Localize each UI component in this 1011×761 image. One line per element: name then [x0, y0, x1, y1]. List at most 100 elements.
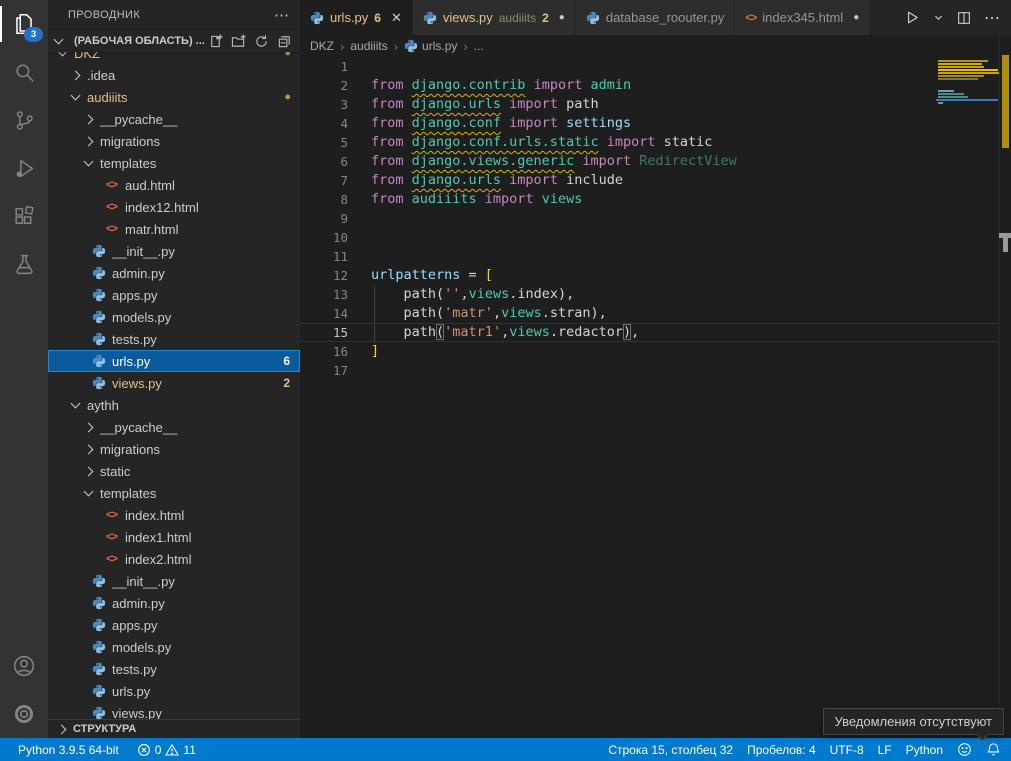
- tree-item-admin-py[interactable]: admin.py: [48, 262, 300, 284]
- status-item[interactable]: Пробелов: 4: [747, 743, 816, 757]
- activity-search-button[interactable]: [0, 48, 48, 96]
- tree-item--idea[interactable]: .idea: [48, 64, 300, 86]
- tree-item-label: apps.py: [112, 618, 300, 633]
- tree-item-label: index2.html: [125, 552, 300, 567]
- line-number: 10: [300, 228, 348, 247]
- tree-item-views-py[interactable]: views.py: [48, 702, 300, 720]
- tree-item-views-py[interactable]: views.py2: [48, 372, 300, 394]
- status-item-python[interactable]: Python 3.9.5 64-bit: [18, 743, 119, 757]
- activity-account-button[interactable]: [0, 642, 48, 690]
- tree-item-label: index12.html: [125, 200, 300, 215]
- activity-extensions-button[interactable]: [0, 192, 48, 240]
- code-line-2: 2from django.contrib import admin: [300, 76, 1000, 95]
- tree-item-tests-py[interactable]: tests.py: [48, 328, 300, 350]
- activity-explorer-button[interactable]: 3: [0, 0, 48, 48]
- tree-item-models-py[interactable]: models.py: [48, 636, 300, 658]
- close-icon[interactable]: ✕: [391, 10, 402, 26]
- tree-item-label: views.py: [112, 706, 300, 721]
- tree-item-migrations[interactable]: migrations: [48, 130, 300, 152]
- tab-views-py[interactable]: views.pyaudiiits2●: [413, 0, 576, 35]
- outline-section-header[interactable]: СТРУКТУРА: [48, 719, 300, 738]
- breadcrumb-item[interactable]: audiiits: [350, 39, 387, 53]
- problems-badge: 6: [283, 354, 290, 368]
- tree-item-apps-py[interactable]: apps.py: [48, 284, 300, 306]
- run-icon[interactable]: [904, 9, 921, 26]
- code-editor[interactable]: 12from django.contrib import admin3from …: [300, 57, 1000, 738]
- collapse-all-icon[interactable]: [277, 34, 292, 49]
- tree-item-index2-html[interactable]: <>index2.html: [48, 548, 300, 570]
- status-label: Python: [906, 743, 943, 757]
- run-debug-icon: [12, 156, 37, 181]
- refresh-icon[interactable]: [254, 34, 269, 49]
- problems-status[interactable]: 011: [137, 743, 196, 757]
- new-file-icon[interactable]: [208, 34, 223, 49]
- tree-item-index1-html[interactable]: <>index1.html: [48, 526, 300, 548]
- error-icon: [137, 743, 151, 757]
- tab-label: index345.html: [762, 10, 843, 25]
- tree-item-__init__-py[interactable]: __init__.py: [48, 240, 300, 262]
- tree-item-__pycache__[interactable]: __pycache__: [48, 416, 300, 438]
- activity-run-debug-button[interactable]: [0, 144, 48, 192]
- tree-item-audiiits[interactable]: audiiits●: [48, 86, 300, 108]
- tree-item-templates[interactable]: templates: [48, 152, 300, 174]
- minimap-line: [938, 69, 998, 71]
- tree-item-urls-py[interactable]: urls.py: [48, 680, 300, 702]
- tree-item-DKZ[interactable]: DKZ●: [48, 52, 300, 64]
- breadcrumb-item[interactable]: ...: [474, 39, 484, 53]
- python-icon: [91, 288, 106, 302]
- activity-source-control-button[interactable]: [0, 96, 48, 144]
- tree-item-admin-py[interactable]: admin.py: [48, 592, 300, 614]
- breadcrumb-item[interactable]: urls.py: [404, 39, 457, 53]
- tab-index345-html[interactable]: <>index345.html●: [735, 0, 870, 35]
- split-editor-icon[interactable]: [956, 10, 972, 26]
- more-actions-icon[interactable]: ⋯: [984, 8, 1001, 28]
- tree-item-label: models.py: [112, 310, 300, 325]
- status-bell[interactable]: [986, 742, 1001, 757]
- token: import: [501, 115, 566, 131]
- sidebar-title: ПРОВОДНИК: [68, 9, 140, 21]
- tree-item-label: tests.py: [112, 662, 300, 677]
- tree-item-aythh[interactable]: aythh: [48, 394, 300, 416]
- status-label: Строка 15, столбец 32: [608, 743, 733, 757]
- token: ),: [558, 286, 574, 302]
- tree-item-templates[interactable]: templates: [48, 482, 300, 504]
- tree-item-label: templates: [100, 486, 300, 501]
- token: .index: [509, 286, 558, 302]
- minimap-current-line: [936, 99, 998, 101]
- tree-item-urls-py[interactable]: urls.py6: [48, 350, 300, 372]
- new-folder-icon[interactable]: [231, 34, 246, 49]
- status-item[interactable]: LF: [878, 743, 892, 757]
- tree-item-index-html[interactable]: <>index.html: [48, 504, 300, 526]
- status-item[interactable]: Python: [906, 743, 943, 757]
- run-dropdown-icon[interactable]: [933, 12, 944, 23]
- status-item[interactable]: Строка 15, столбец 32: [608, 743, 733, 757]
- tab-database_roouter-py[interactable]: database_roouter.py: [576, 0, 736, 35]
- tree-item-index12-html[interactable]: <>index12.html: [48, 196, 300, 218]
- token: include: [566, 172, 623, 188]
- tab-urls-py[interactable]: urls.py6✕: [300, 0, 413, 35]
- breadcrumb-item[interactable]: DKZ: [310, 39, 334, 53]
- workspace-section-header[interactable]: (РАБОЧАЯ ОБЛАСТЬ) ...: [48, 30, 300, 52]
- status-feedback[interactable]: [957, 742, 972, 757]
- tree-item-static[interactable]: static: [48, 460, 300, 482]
- sidebar-more-actions-icon[interactable]: ⋯: [274, 6, 290, 24]
- python-icon: [91, 376, 106, 390]
- breadcrumb-label: audiiits: [350, 39, 387, 53]
- tree-item-tests-py[interactable]: tests.py: [48, 658, 300, 680]
- activity-testing-button[interactable]: [0, 240, 48, 288]
- tree-item-models-py[interactable]: models.py: [48, 306, 300, 328]
- activity-settings-button[interactable]: [0, 690, 48, 738]
- tree-item-migrations[interactable]: migrations: [48, 438, 300, 460]
- tree-item-aud-html[interactable]: <>aud.html: [48, 174, 300, 196]
- code-line-13: 13 path('',views.index),: [300, 285, 1000, 304]
- minimap[interactable]: [936, 57, 1000, 387]
- overview-ruler[interactable]: [999, 35, 1011, 738]
- tab-problems-badge: 6: [374, 11, 381, 25]
- status-item[interactable]: UTF-8: [830, 743, 864, 757]
- token: .stran: [542, 305, 591, 321]
- tree-item-matr-html[interactable]: <>matr.html: [48, 218, 300, 240]
- tree-item-__pycache__[interactable]: __pycache__: [48, 108, 300, 130]
- tree-item-__init__-py[interactable]: __init__.py: [48, 570, 300, 592]
- breadcrumb-label: urls.py: [422, 39, 457, 53]
- tree-item-apps-py[interactable]: apps.py: [48, 614, 300, 636]
